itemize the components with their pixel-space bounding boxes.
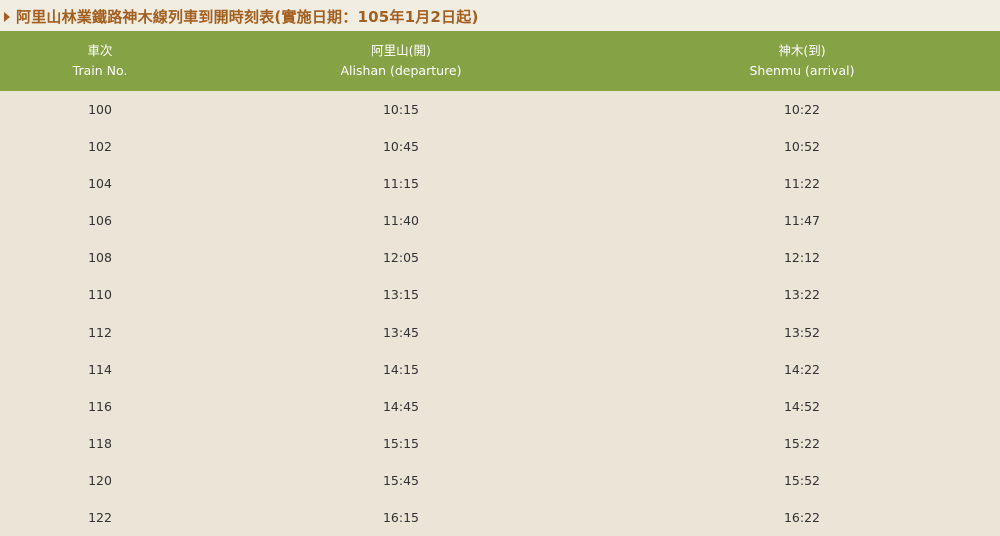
arrival-time-cell: 14:22 [783, 361, 821, 377]
train-no-cell: 106 [88, 213, 112, 229]
departure-time-cell: 13:45 [382, 324, 420, 340]
departure-time-cell: 15:15 [382, 435, 420, 451]
train-no-cell: 102 [88, 139, 112, 155]
timetable-body: 100 10:15 10:22 102 10:45 10:52 104 11:1… [0, 91, 1000, 536]
header-alishan-zh: 阿里山(開) [371, 43, 431, 58]
arrival-time-cell: 12:12 [783, 250, 821, 266]
header-train-no-zh: 車次 [87, 43, 113, 58]
table-row: 114 14:15 14:22 [0, 351, 1000, 388]
train-no-cell: 112 [88, 324, 112, 340]
departure-time-cell: 11:15 [382, 176, 420, 192]
header-train-no-en: Train No. [72, 63, 128, 78]
departure-time-cell: 14:45 [382, 398, 420, 414]
train-no-cell: 116 [88, 398, 112, 414]
arrival-time-cell: 13:52 [783, 324, 821, 340]
table-row: 122 16:15 16:22 [0, 499, 1000, 536]
departure-time-cell: 10:45 [382, 139, 420, 155]
train-no-cell: 104 [88, 176, 112, 192]
arrival-time-cell: 14:52 [783, 398, 821, 414]
departure-time-cell: 13:15 [382, 287, 420, 303]
arrival-time-cell: 10:52 [783, 139, 821, 155]
train-no-cell: 120 [88, 472, 112, 488]
header-alishan-departure: 阿里山(開) Alishan (departure) [341, 31, 462, 91]
arrival-time-cell: 13:22 [783, 287, 821, 303]
table-row: 100 10:15 10:22 [0, 91, 1000, 128]
arrival-time-cell: 15:52 [783, 472, 821, 488]
arrival-time-cell: 15:22 [783, 435, 821, 451]
departure-time-cell: 11:40 [382, 213, 420, 229]
train-no-cell: 122 [88, 510, 112, 526]
train-no-cell: 108 [88, 250, 112, 266]
departure-time-cell: 12:05 [382, 250, 420, 266]
header-shenmu-arrival: 神木(到) Shenmu (arrival) [749, 31, 854, 91]
triangle-right-icon [4, 11, 10, 22]
departure-time-cell: 16:15 [382, 510, 420, 526]
arrival-time-cell: 16:22 [783, 510, 821, 526]
table-row: 112 13:45 13:52 [0, 314, 1000, 351]
header-shenmu-zh: 神木(到) [778, 43, 826, 58]
table-row: 106 11:40 11:47 [0, 202, 1000, 239]
header-shenmu-en: Shenmu (arrival) [749, 63, 855, 78]
train-no-cell: 114 [88, 361, 112, 377]
header-alishan-en: Alishan (departure) [340, 63, 462, 78]
table-row: 118 15:15 15:22 [0, 425, 1000, 462]
page-title: 阿里山林業鐵路神木線列車到開時刻表(實施日期：105年1月2日起) [16, 7, 479, 26]
header-train-no: 車次 Train No. [73, 31, 128, 91]
departure-time-cell: 10:15 [382, 102, 420, 117]
table-row: 110 13:15 13:22 [0, 276, 1000, 313]
table-row: 116 14:45 14:52 [0, 388, 1000, 425]
departure-time-cell: 15:45 [382, 472, 420, 488]
table-row: 102 10:45 10:52 [0, 128, 1000, 165]
table-header: 車次 Train No. 阿里山(開) Alishan (departure) … [0, 31, 1000, 91]
train-no-cell: 110 [88, 287, 112, 303]
table-row: 104 11:15 11:22 [0, 165, 1000, 202]
table-row: 120 15:45 15:52 [0, 462, 1000, 499]
train-no-cell: 100 [88, 102, 112, 117]
train-no-cell: 118 [88, 435, 112, 451]
departure-time-cell: 14:15 [382, 361, 420, 377]
page-title-bar: 阿里山林業鐵路神木線列車到開時刻表(實施日期：105年1月2日起) [0, 0, 1000, 32]
arrival-time-cell: 11:47 [783, 213, 821, 229]
table-row: 108 12:05 12:12 [0, 239, 1000, 276]
arrival-time-cell: 10:22 [783, 102, 821, 117]
arrival-time-cell: 11:22 [783, 176, 821, 192]
